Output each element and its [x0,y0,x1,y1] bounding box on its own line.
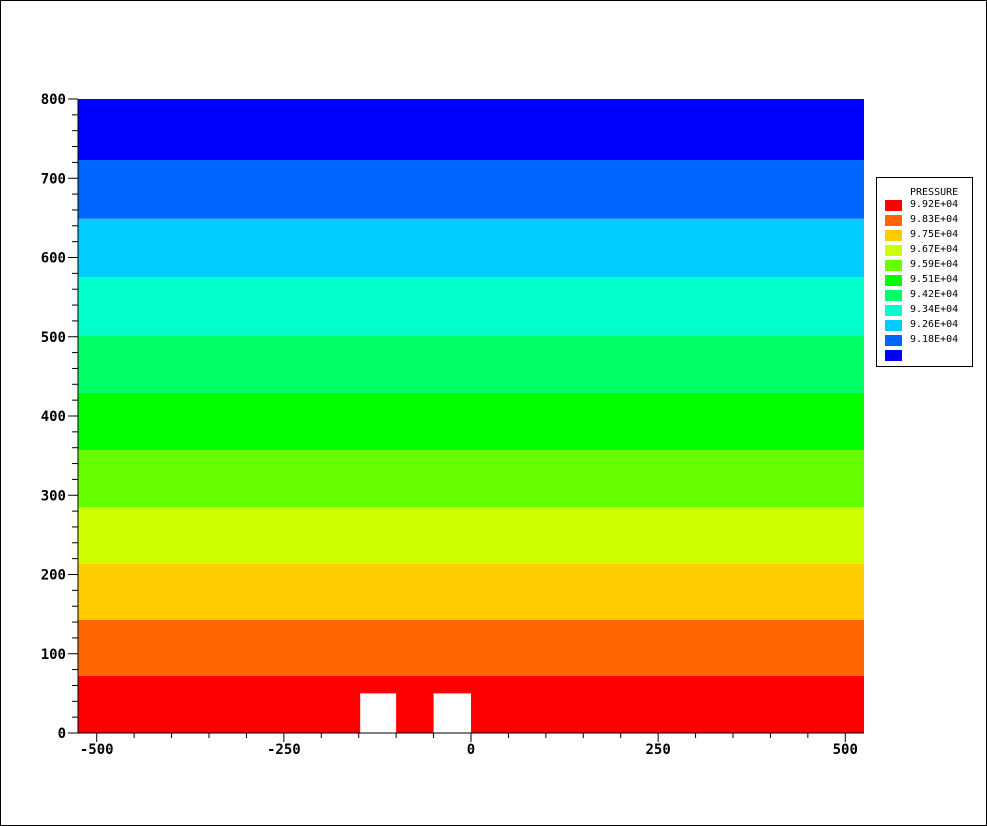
x-tick-label: 250 [645,742,670,758]
contour-band-10 [78,99,864,161]
legend: PRESSURE 9.92E+04 9.83E+04 9.75E+04 9.67E+0… [876,177,973,367]
x-tick-label: 0 [467,742,475,758]
legend-swatch [885,290,902,301]
y-tick-label: 0 [58,726,66,742]
legend-label: 9.83E+04 [910,214,959,225]
obstacle-block-1 [433,693,471,733]
legend-title: PRESSURE [910,187,959,198]
contour-band-1 [78,619,864,676]
contour-band-2 [78,563,864,620]
figure-frame: 0 100 200 300 400 500 600 700 800 -500 -250 0 250 50… [0,0,987,826]
legend-swatch [885,275,902,286]
legend-label: 9.18E+04 [910,334,959,345]
x-axis-ticks: -500 -250 0 250 500 [80,733,858,758]
y-tick-label: 800 [41,92,66,108]
y-tick-label: 400 [41,409,66,425]
y-tick-label: 300 [41,488,66,504]
legend-label: 9.92E+04 [910,199,959,210]
legend-swatch [885,335,902,346]
legend-label: 9.34E+04 [910,304,959,315]
contour-band-9 [78,160,864,219]
contour-band-8 [78,218,864,278]
contour-band-4 [78,450,864,508]
legend-label: 9.75E+04 [910,229,959,240]
y-tick-label: 700 [41,171,66,187]
x-tick-label: 500 [833,742,858,758]
legend-swatch [885,215,902,226]
contour-band-6 [78,335,864,394]
y-axis-ticks: 0 100 200 300 400 500 600 700 800 [41,92,78,742]
contour-bands [78,99,864,733]
x-tick-label: -500 [80,742,114,758]
legend-label: 9.59E+04 [910,259,959,270]
contour-band-5 [78,393,864,451]
contour-band-7 [78,277,864,336]
legend-label: 9.51E+04 [910,274,959,285]
legend-swatch [885,305,902,316]
obstacle-block-0 [360,693,397,733]
y-tick-label: 600 [41,251,66,267]
legend-swatch [885,200,902,211]
contour-plot: 0 100 200 300 400 500 600 700 800 -500 -250 0 250 50… [41,92,864,758]
contour-band-3 [78,507,864,564]
y-tick-label: 100 [41,647,66,663]
x-tick-label: -250 [267,742,301,758]
y-tick-label: 200 [41,568,66,584]
legend-swatch [885,350,902,361]
legend-label: 9.42E+04 [910,289,959,300]
legend-swatch [885,320,902,331]
legend-swatch [885,260,902,271]
legend-swatch [885,230,902,241]
legend-label: 9.67E+04 [910,244,959,255]
y-tick-label: 500 [41,330,66,346]
legend-swatch [885,245,902,256]
legend-label: 9.26E+04 [910,319,959,330]
